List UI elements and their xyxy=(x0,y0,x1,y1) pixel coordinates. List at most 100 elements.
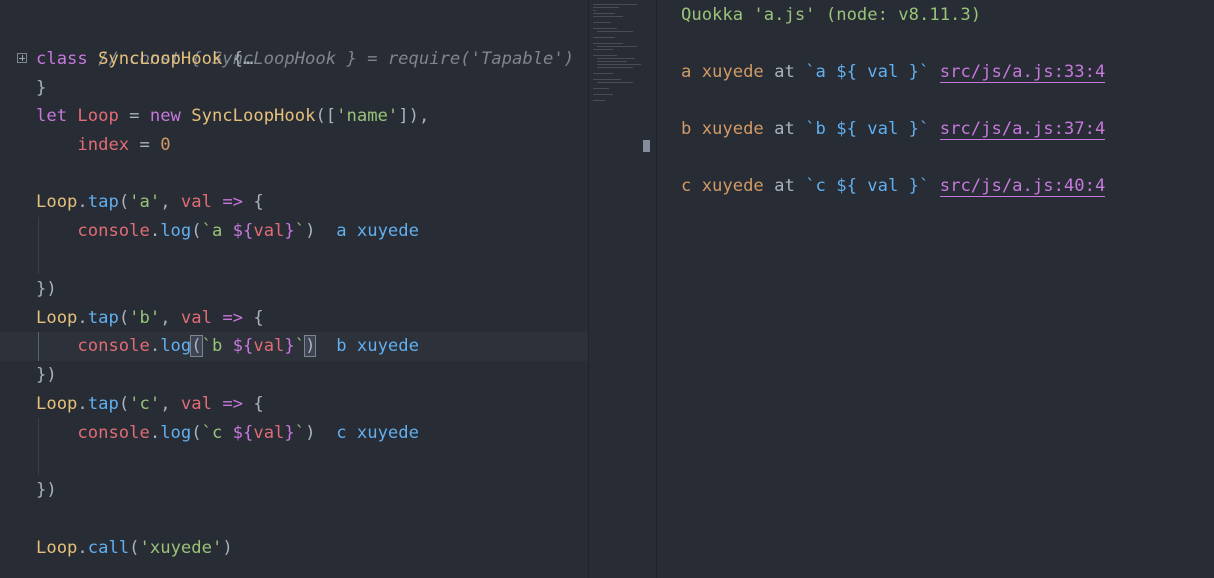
matched-bracket: ( xyxy=(190,335,203,357)
punctuation: ) xyxy=(305,221,316,241)
minimap-line xyxy=(593,43,623,44)
object: console xyxy=(77,336,150,356)
source-link[interactable]: src/js/a.js:40:4 xyxy=(939,176,1106,197)
brace: }) xyxy=(36,365,57,385)
code-line-11[interactable]: Loop.tap('b', val => { xyxy=(36,304,264,333)
punctuation: ([ xyxy=(315,106,337,126)
method: tap xyxy=(87,394,119,414)
code-line-7[interactable]: Loop.tap('a', val => { xyxy=(36,188,264,217)
code-line-17[interactable]: }) xyxy=(36,476,57,505)
fold-expand-icon[interactable] xyxy=(17,53,27,63)
minimap-line xyxy=(593,13,615,14)
output-expression: `b ${ val }` xyxy=(805,119,930,139)
code-line-8[interactable]: console.log(`a ${val}`) a xuyede xyxy=(36,217,419,246)
output-expression: `c ${ val }` xyxy=(805,176,930,196)
code-line-4[interactable]: let Loop = new SyncLoopHook(['name']), xyxy=(36,102,429,131)
quokka-workspace: // const { SyncLoopHook } = require('Tap… xyxy=(0,0,1214,578)
dot: . xyxy=(149,336,161,356)
comma: , xyxy=(160,308,181,328)
code-line-2[interactable]: class SyncLoopHook {… xyxy=(36,45,253,74)
dot: . xyxy=(149,423,161,443)
object: console xyxy=(77,221,150,241)
brace: }) xyxy=(36,480,57,500)
output-expression: `a ${ val }` xyxy=(805,62,930,82)
object: Loop xyxy=(36,192,78,212)
inline-result: b xuyede xyxy=(336,336,419,356)
source-link[interactable]: src/js/a.js:33:4 xyxy=(939,62,1106,83)
comma: , xyxy=(160,192,181,212)
minimap-line xyxy=(593,73,613,74)
template-string: ` xyxy=(294,336,306,356)
code-line-5[interactable]: index = 0 xyxy=(36,131,171,160)
operator: = xyxy=(129,135,161,155)
dot: . xyxy=(77,394,88,414)
template-string: `b xyxy=(201,336,233,356)
template-string: ` xyxy=(294,423,306,443)
dot: . xyxy=(149,221,161,241)
parameter: val xyxy=(253,221,285,241)
method: log xyxy=(160,423,192,443)
minimap[interactable] xyxy=(588,0,657,578)
object: Loop xyxy=(36,538,78,558)
minimap-line xyxy=(597,31,633,32)
string: 'a' xyxy=(129,192,161,212)
method: tap xyxy=(87,308,119,328)
folded-ellipsis-icon[interactable]: … xyxy=(243,49,253,69)
brace: { xyxy=(253,192,264,212)
source-link[interactable]: src/js/a.js:37:4 xyxy=(939,119,1106,140)
code-line-1[interactable]: // const { SyncLoopHook } = require('Tap… xyxy=(36,16,574,69)
string: 'name' xyxy=(336,106,399,126)
minimap-cursor xyxy=(643,140,650,152)
keyword: class xyxy=(36,49,88,69)
class-name: SyncLoopHook xyxy=(191,106,316,126)
code-line-13[interactable]: }) xyxy=(36,361,57,390)
minimap-line xyxy=(597,58,635,59)
minimap-line xyxy=(593,94,613,95)
code-editor[interactable]: // const { SyncLoopHook } = require('Tap… xyxy=(0,0,588,578)
minimap-line xyxy=(593,37,615,38)
parameter: val xyxy=(253,336,285,356)
arrow: => xyxy=(211,308,254,328)
minimap-line xyxy=(597,67,633,68)
parameter: val xyxy=(180,308,212,328)
matched-bracket: ) xyxy=(304,335,317,357)
output-value: c xuyede xyxy=(681,176,764,196)
brace: } xyxy=(36,78,47,98)
brace: { xyxy=(222,49,243,69)
code-line-14[interactable]: Loop.tap('c', val => { xyxy=(36,390,264,419)
operator: = xyxy=(118,106,150,126)
minimap-line xyxy=(593,4,637,5)
variable: Loop xyxy=(77,106,119,126)
object: console xyxy=(77,423,150,443)
dot: . xyxy=(77,192,88,212)
brace: }) xyxy=(36,279,57,299)
inline-result: c xuyede xyxy=(336,423,419,443)
dot: . xyxy=(77,308,88,328)
method: log xyxy=(160,336,192,356)
code-line-15[interactable]: console.log(`c ${val}`) c xuyede xyxy=(36,419,419,448)
minimap-line xyxy=(597,64,641,65)
punctuation: ( xyxy=(129,538,140,558)
arrow: => xyxy=(211,192,254,212)
code-line-12[interactable]: console.log(`b ${val}`) b xuyede xyxy=(36,332,419,361)
code-line-3[interactable]: } xyxy=(36,74,46,103)
brace: { xyxy=(253,308,264,328)
minimap-line xyxy=(593,28,617,29)
comma: , xyxy=(160,394,181,414)
method: log xyxy=(160,221,192,241)
output-at-label: at xyxy=(763,119,806,139)
dot: . xyxy=(77,538,88,558)
interpolation: ${ xyxy=(232,336,254,356)
keyword: new xyxy=(149,106,181,126)
code-line-19[interactable]: Loop.call('xuyede') xyxy=(36,534,233,563)
interpolation: } xyxy=(284,423,295,443)
string: 'b' xyxy=(129,308,161,328)
arrow: => xyxy=(211,394,254,414)
number: 0 xyxy=(160,135,171,155)
punctuation: ( xyxy=(118,192,130,212)
object: Loop xyxy=(36,394,78,414)
interpolation: ${ xyxy=(232,423,254,443)
interpolation: ${ xyxy=(232,221,254,241)
output-entry: b xuyede at `b ${ val }` src/js/a.js:37:… xyxy=(681,115,1106,144)
code-line-10[interactable]: }) xyxy=(36,275,57,304)
